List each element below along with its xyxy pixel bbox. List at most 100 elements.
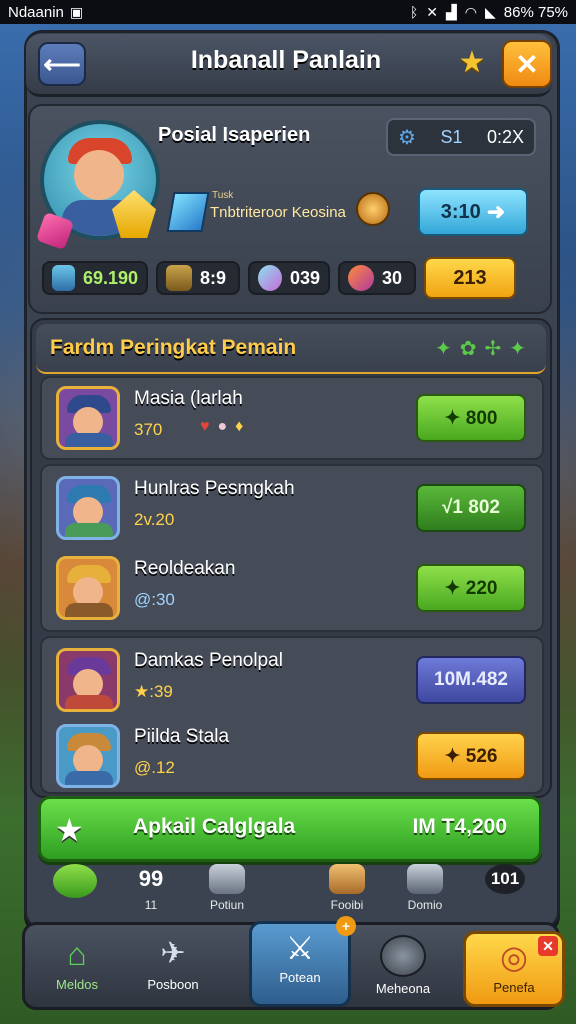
- mini-label: Potiun: [209, 898, 245, 912]
- claim-value: IM T4,200: [412, 815, 507, 838]
- medal-icon: [356, 192, 390, 226]
- close-badge-icon: ✕: [538, 936, 558, 956]
- close-button[interactable]: ✕: [502, 40, 552, 88]
- player-name: Reoldeakan: [134, 558, 236, 579]
- table-row[interactable]: Damkas Penolpal ★:39 10M.482: [50, 642, 534, 716]
- player-name: Damkas Penolpal: [134, 650, 283, 671]
- notification-icon: ▣: [69, 3, 84, 20]
- mini-item-count[interactable]: 99 11: [116, 864, 186, 920]
- reward-button[interactable]: ✦ 526: [416, 732, 526, 780]
- mini-item-potion[interactable]: Potiun: [192, 864, 262, 920]
- claim-label: Apkail Calglgala: [133, 815, 296, 838]
- player-score: @.12: [134, 758, 175, 777]
- mini-label: Fooibi: [330, 898, 364, 912]
- next-button-label: 3:10: [440, 200, 481, 223]
- timer-box: ⚙ S1 0:2X: [386, 118, 536, 156]
- bottom-nav: ⌂ Meldos ✈ Posboon ⚔ Potean + Meheona ◎ …: [22, 916, 565, 1010]
- table-row[interactable]: Hunlras Pesmgkah 2v.20 √1 802: [50, 470, 534, 544]
- nav-item-potean[interactable]: ⚔ Potean +: [249, 916, 356, 1007]
- mini-item-eyes[interactable]: [40, 864, 110, 920]
- player-avatar: [56, 386, 120, 450]
- sword-icon: ⚔: [285, 930, 315, 966]
- table-row[interactable]: Piilda Stala @.12 ✦ 526: [50, 718, 534, 792]
- mini-item-101[interactable]: 101: [470, 864, 540, 920]
- reward-button[interactable]: 10M.482: [416, 656, 526, 704]
- ball-icon: ●: [217, 418, 236, 435]
- mini-item-domino[interactable]: Domio: [390, 864, 460, 920]
- profile-icon: [380, 935, 426, 977]
- nav-item-penefa[interactable]: ◎ Penefa ✕: [463, 931, 565, 1007]
- star-icon: ★: [458, 45, 486, 79]
- nav-item-home[interactable]: ⌂ Meldos: [29, 931, 125, 1001]
- orb-icon: [258, 265, 282, 291]
- profile-sub-main: Tnbtriteroor Keosina: [210, 204, 346, 221]
- player-score: 370: [134, 420, 163, 439]
- close-icon: ✕: [515, 48, 539, 80]
- data-icon: ◣: [485, 3, 496, 20]
- plane-icon: ✈: [160, 937, 186, 970]
- nav-item-meheona[interactable]: Meheona: [355, 931, 451, 1001]
- reward-button[interactable]: √1 802: [416, 484, 526, 532]
- player-avatar: [56, 556, 120, 620]
- page-title: Inbanall Panlain: [190, 46, 382, 74]
- gold-button[interactable]: 213: [424, 257, 516, 299]
- table-row[interactable]: Masia (larlah 370 ♥●♦ ✦ 800: [50, 380, 534, 454]
- player-name: Piilda Stala: [134, 726, 230, 747]
- resource-fruit[interactable]: 30: [338, 261, 416, 295]
- player-avatar: [56, 648, 120, 712]
- mini-count: 99: [138, 866, 164, 891]
- nav-label: Meheona: [375, 981, 431, 996]
- player-avatar: [56, 476, 120, 540]
- leaf-icons: ✦✿✢✦: [434, 338, 534, 360]
- status-bar: Ndaanin ▣ ᛒ ✕ ▟ ◠ ◣ 86% 75%: [0, 0, 576, 24]
- leaderboard-card: Masia (larlah 370 ♥●♦ ✦ 800: [40, 376, 544, 460]
- mini-item-food[interactable]: Fooibi: [312, 864, 382, 920]
- resource-row: 69.190 8:9 039 30 213: [42, 257, 542, 299]
- leaderboard-card: Damkas Penolpal ★:39 10M.482 Piilda Stal…: [40, 636, 544, 794]
- carrier-label: Ndaanin: [8, 3, 64, 21]
- resource-value: 69.190: [82, 267, 138, 288]
- potion-icon: [209, 864, 245, 894]
- crate-icon: [166, 265, 192, 291]
- resource-orb[interactable]: 039: [248, 261, 330, 295]
- resource-crate[interactable]: 8:9: [156, 261, 240, 295]
- domino-icon: [407, 864, 443, 894]
- mute-icon: ✕: [426, 3, 438, 20]
- player-score: @:30: [134, 590, 175, 609]
- profile-name: Posial Isaperien: [158, 124, 311, 146]
- nav-label: Potean: [279, 970, 321, 985]
- back-button[interactable]: ⟵: [38, 42, 86, 86]
- reward-button[interactable]: ✦ 220: [416, 564, 526, 612]
- arrow-right-icon: ➜: [486, 199, 506, 224]
- mini-shortcut-row: 99 11 Potiun Fooibi Domio 101: [40, 864, 536, 920]
- timer-value: 0:2X: [486, 126, 524, 147]
- leaderboard-card: Hunlras Pesmgkah 2v.20 √1 802 Reoldeakan…: [40, 464, 544, 632]
- table-row[interactable]: Reoldeakan @:30 ✦ 220: [50, 550, 534, 624]
- arrow-left-icon: ⟵: [43, 48, 81, 79]
- leaderboard-title: Fardm Peringkat Pemain: [50, 336, 297, 359]
- profile-card: Posial Isaperien ⚙ S1 0:2X Tusk Tnbtrite…: [28, 104, 552, 314]
- leaderboard-header: Fardm Peringkat Pemain ✦✿✢✦: [36, 324, 546, 374]
- timer-level: S1: [440, 126, 463, 147]
- player-name: Masia (larlah: [134, 388, 243, 409]
- mini-count: 101: [485, 864, 525, 894]
- resource-chest[interactable]: 69.190: [42, 261, 148, 295]
- claim-button[interactable]: ★ Apkail Calglgala IM T4,200: [38, 796, 542, 862]
- player-avatar: [56, 724, 120, 788]
- resource-value: 30: [382, 267, 403, 288]
- food-icon: [329, 864, 365, 894]
- nav-label: Meldos: [56, 977, 98, 992]
- nav-item-posboon[interactable]: ✈ Posboon: [125, 931, 221, 1001]
- resource-value: 8:9: [200, 267, 227, 288]
- leaderboard-panel: Fardm Peringkat Pemain ✦✿✢✦ Masia (larla…: [30, 318, 552, 798]
- heart-icon: ♥: [200, 418, 218, 435]
- favorite-star-button[interactable]: ★: [450, 42, 494, 82]
- mini-label: Domio: [407, 898, 443, 912]
- header-bar: ⟵ Inbanall Panlain ★ ✕: [26, 34, 552, 97]
- signal-icon: ▟: [446, 3, 457, 20]
- reward-button[interactable]: ✦ 800: [416, 394, 526, 442]
- player-badges: ♥●♦: [200, 418, 251, 436]
- wifi-icon: ◠: [464, 3, 477, 20]
- next-button[interactable]: 3:10 ➜: [418, 188, 528, 236]
- crystal-icon: [166, 192, 210, 232]
